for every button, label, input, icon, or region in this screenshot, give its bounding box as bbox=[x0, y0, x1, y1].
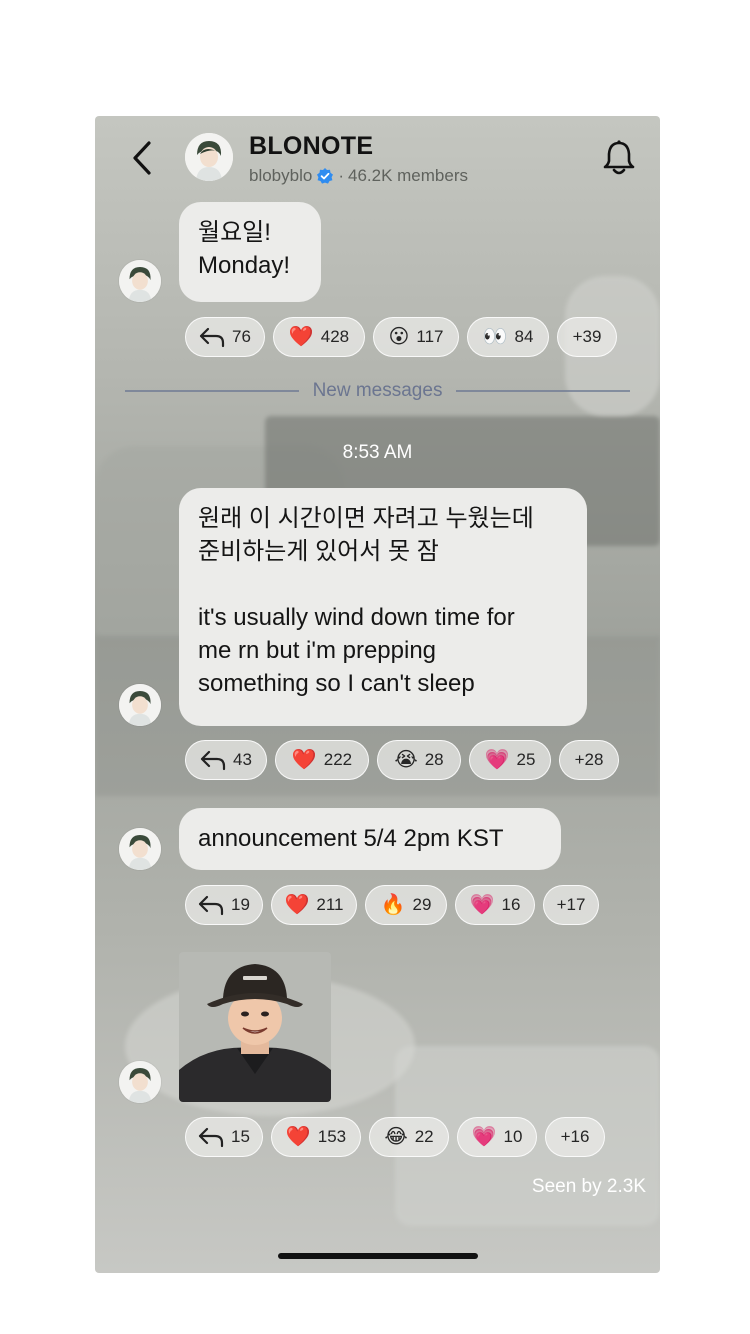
reaction-pill[interactable]: ❤️ 153 bbox=[271, 1117, 361, 1157]
reaction-pill[interactable]: 🔥 29 bbox=[365, 885, 447, 925]
avatar-illustration bbox=[119, 828, 161, 870]
reaction-pill[interactable]: 😭 28 bbox=[377, 740, 461, 780]
new-messages-label: New messages bbox=[312, 380, 443, 401]
divider-line bbox=[456, 390, 631, 392]
reaction-count: 84 bbox=[514, 327, 534, 346]
message-bubble[interactable]: announcement 5/4 2pm KST bbox=[179, 808, 561, 870]
reaction-pill[interactable]: ❤️ 222 bbox=[275, 740, 369, 780]
reply-icon bbox=[198, 1127, 224, 1148]
reaction-pill[interactable]: 💗 25 bbox=[469, 740, 551, 780]
reaction-count: 22 bbox=[414, 1127, 434, 1146]
channel-title: BLONOTE bbox=[249, 132, 374, 160]
reaction-pill[interactable]: 💗 16 bbox=[455, 885, 535, 925]
reply-count: 19 bbox=[231, 895, 250, 914]
reaction-bar: 76 ❤️ 428 😮 117 👀 84 +39 bbox=[185, 317, 617, 357]
pink-heart-emoji-icon: 💗 bbox=[484, 749, 510, 771]
reaction-count: 117 bbox=[416, 327, 444, 346]
sender-avatar[interactable] bbox=[119, 1061, 161, 1103]
reaction-count: 16 bbox=[501, 895, 521, 914]
reaction-count: 428 bbox=[320, 327, 350, 346]
message-bubble[interactable]: 월요일! Monday! bbox=[179, 202, 321, 302]
more-reactions-count: +16 bbox=[560, 1127, 590, 1146]
bell-icon bbox=[603, 140, 635, 175]
channel-avatar[interactable] bbox=[185, 133, 233, 181]
reaction-pill[interactable]: ❤️ 428 bbox=[273, 317, 365, 357]
sender-avatar[interactable] bbox=[119, 828, 161, 870]
channel-subtitle: blobyblo · 46.2K members bbox=[249, 166, 468, 186]
heart-emoji-icon: ❤️ bbox=[284, 894, 310, 916]
fire-emoji-icon: 🔥 bbox=[380, 894, 406, 916]
heart-emoji-icon: ❤️ bbox=[288, 326, 314, 348]
member-count: 46.2K members bbox=[348, 166, 468, 185]
eyes-emoji-icon: 👀 bbox=[482, 326, 508, 348]
reply-count: 76 bbox=[232, 327, 251, 346]
reaction-count: 222 bbox=[323, 750, 353, 769]
more-reactions-pill[interactable]: +39 bbox=[557, 317, 617, 357]
reply-icon bbox=[199, 327, 225, 348]
pink-heart-emoji-icon: 💗 bbox=[471, 1126, 497, 1148]
message-text: announcement 5/4 2pm KST bbox=[198, 825, 504, 852]
reply-count-pill[interactable]: 43 bbox=[185, 740, 267, 780]
chat-header: BLONOTE blobyblo · 46.2K members bbox=[95, 116, 660, 206]
more-reactions-pill[interactable]: +28 bbox=[559, 740, 619, 780]
reply-count-pill[interactable]: 76 bbox=[185, 317, 265, 357]
heart-emoji-icon: ❤️ bbox=[291, 749, 317, 771]
chat-screen: BLONOTE blobyblo · 46.2K members 월요일! Mo… bbox=[95, 116, 660, 1273]
reply-icon bbox=[200, 750, 226, 771]
pink-heart-emoji-icon: 💗 bbox=[469, 894, 495, 916]
reaction-bar: 43 ❤️ 222 😭 28 💗 25 +28 bbox=[185, 740, 619, 780]
reaction-count: 211 bbox=[316, 895, 344, 914]
more-reactions-pill[interactable]: +17 bbox=[543, 885, 599, 925]
reply-count-pill[interactable]: 15 bbox=[185, 1117, 263, 1157]
reply-count: 43 bbox=[233, 750, 252, 769]
message-text: 원래 이 시간이면 자려고 누웠는데 준비하는게 있어서 못 잠 it's us… bbox=[198, 505, 534, 697]
reaction-pill[interactable]: 💗 10 bbox=[457, 1117, 537, 1157]
more-reactions-pill[interactable]: +16 bbox=[545, 1117, 605, 1157]
channel-handle: blobyblo bbox=[249, 166, 313, 185]
reaction-bar: 15 ❤️ 153 😂 22 💗 10 +16 bbox=[185, 1117, 605, 1157]
avatar-illustration bbox=[185, 133, 233, 181]
notification-button[interactable] bbox=[602, 139, 636, 177]
avatar-illustration bbox=[119, 260, 161, 302]
surprised-face-emoji-icon: 😮 bbox=[388, 326, 410, 348]
message-text: 월요일! Monday! bbox=[198, 219, 291, 279]
reaction-count: 10 bbox=[503, 1127, 523, 1146]
reply-count: 15 bbox=[231, 1127, 250, 1146]
laughing-tears-emoji-icon: 😂 bbox=[384, 1126, 408, 1148]
reaction-bar: 19 ❤️ 211 🔥 29 💗 16 +17 bbox=[185, 885, 599, 925]
divider-line bbox=[125, 390, 299, 392]
reaction-count: 25 bbox=[516, 750, 536, 769]
separator-dot: · bbox=[338, 166, 344, 185]
reaction-count: 153 bbox=[317, 1127, 347, 1146]
crying-face-emoji-icon: 😭 bbox=[394, 749, 418, 771]
reaction-count: 28 bbox=[424, 750, 444, 769]
reaction-pill[interactable]: 😮 117 bbox=[373, 317, 459, 357]
verified-badge-icon bbox=[317, 168, 334, 184]
seen-by-count: Seen by 2.3K bbox=[531, 1176, 646, 1197]
heart-emoji-icon: ❤️ bbox=[285, 1126, 311, 1148]
reply-count-pill[interactable]: 19 bbox=[185, 885, 263, 925]
more-reactions-count: +28 bbox=[574, 750, 604, 769]
person-in-bucket-hat-sticker bbox=[179, 952, 331, 1102]
new-messages-divider: New messages bbox=[125, 380, 631, 402]
reply-icon bbox=[198, 895, 224, 916]
avatar-illustration bbox=[119, 684, 161, 726]
message-timestamp: 8:53 AM bbox=[342, 442, 413, 463]
reaction-count: 29 bbox=[412, 895, 432, 914]
back-button[interactable] bbox=[125, 138, 159, 178]
reaction-pill[interactable]: 👀 84 bbox=[467, 317, 549, 357]
more-reactions-count: +17 bbox=[556, 895, 586, 914]
sender-avatar[interactable] bbox=[119, 684, 161, 726]
reaction-pill[interactable]: ❤️ 211 bbox=[271, 885, 357, 925]
sender-avatar[interactable] bbox=[119, 260, 161, 302]
message-bubble[interactable]: 원래 이 시간이면 자려고 누웠는데 준비하는게 있어서 못 잠 it's us… bbox=[179, 488, 587, 726]
avatar-illustration bbox=[119, 1061, 161, 1103]
chevron-left-icon bbox=[133, 141, 151, 175]
sticker-image[interactable] bbox=[179, 952, 331, 1102]
reaction-pill[interactable]: 😂 22 bbox=[369, 1117, 449, 1157]
home-indicator[interactable] bbox=[278, 1253, 478, 1259]
more-reactions-count: +39 bbox=[572, 327, 602, 346]
